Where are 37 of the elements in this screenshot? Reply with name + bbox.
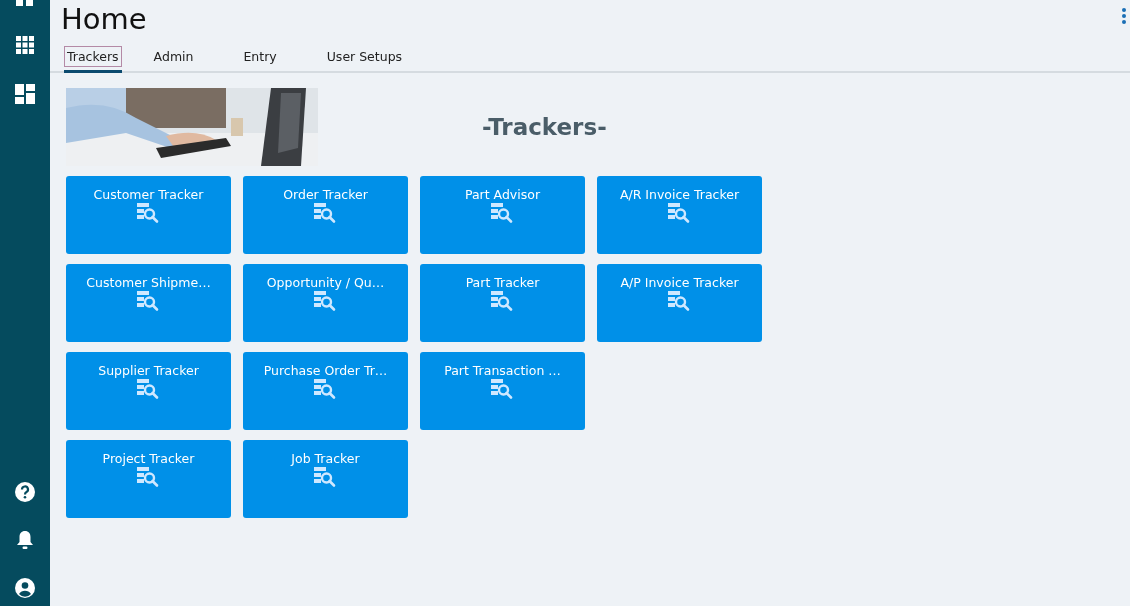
tracker-tile[interactable]: Project Tracker: [66, 440, 231, 518]
search-list-icon: [313, 203, 338, 225]
section-heading: -Trackers-: [482, 114, 607, 140]
tracker-tile[interactable]: Job Tracker: [243, 440, 408, 518]
search-list-icon: [667, 291, 692, 313]
tracker-tile[interactable]: A/P Invoice Tracker: [597, 264, 762, 342]
tab[interactable]: Entry: [225, 44, 295, 73]
bell-icon[interactable]: [16, 530, 34, 550]
search-list-icon: [136, 467, 161, 489]
help-icon[interactable]: [15, 482, 35, 502]
dashboard-icon[interactable]: [15, 84, 35, 104]
tracker-tile[interactable]: A/R Invoice Tracker: [597, 176, 762, 254]
search-list-icon: [313, 291, 338, 313]
tracker-tile[interactable]: Purchase Order Tr…: [243, 352, 408, 430]
tracker-tile[interactable]: Supplier Tracker: [66, 352, 231, 430]
more-options-icon[interactable]: [1122, 8, 1126, 24]
search-list-icon: [490, 203, 515, 225]
tracker-tile[interactable]: Customer Shipme…: [66, 264, 231, 342]
search-list-icon: [667, 203, 692, 225]
search-list-icon: [136, 379, 161, 401]
search-list-icon: [490, 291, 515, 313]
search-list-icon: [136, 291, 161, 313]
search-list-icon: [313, 379, 338, 401]
user-icon[interactable]: [15, 578, 35, 598]
tracker-tile[interactable]: Opportunity / Qu…: [243, 264, 408, 342]
search-list-icon: [313, 467, 338, 489]
apps-grid-icon[interactable]: [16, 36, 34, 54]
tab[interactable]: User Setups: [308, 44, 421, 73]
tracker-tile[interactable]: Part Advisor: [420, 176, 585, 254]
page-title: Home: [60, 1, 147, 36]
search-list-icon: [136, 203, 161, 225]
tracker-tile[interactable]: Order Tracker: [243, 176, 408, 254]
tracker-tile[interactable]: Part Tracker: [420, 264, 585, 342]
tracker-tile[interactable]: Part Transaction …: [420, 352, 585, 430]
tab[interactable]: Admin: [135, 44, 212, 73]
tracker-tile[interactable]: Customer Tracker: [66, 176, 231, 254]
search-list-icon: [490, 379, 515, 401]
